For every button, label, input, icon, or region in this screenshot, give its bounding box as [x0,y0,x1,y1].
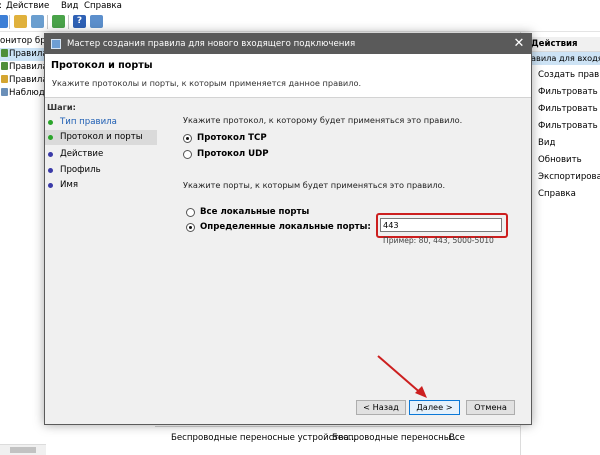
menu-action[interactable]: Действие [6,0,49,12]
dialog-title-bar[interactable]: Мастер создания правила для нового входя… [45,34,531,54]
next-button[interactable]: Далее > [409,400,460,415]
scrollbar-thumb[interactable] [10,447,36,453]
action-filter-group[interactable]: Фильтровать по г [521,118,600,135]
tree-item-monitoring[interactable]: Наблюден [0,87,46,100]
action-filter-state[interactable]: Фильтровать по с [521,101,600,118]
step-label: Тип правила [60,117,117,127]
specific-ports-radio[interactable] [186,223,195,232]
action-new-rule[interactable]: Создать правило... [521,67,600,84]
page-subtitle: Укажите протоколы и порты, к которым при… [52,78,362,88]
tcp-radio[interactable] [183,134,192,143]
close-button[interactable]: ✕ [507,34,531,54]
tree-item-label: Правила д [9,62,46,72]
actions-header: Действия [521,37,600,52]
tree-item-inbound-rules[interactable]: Правила д [0,48,46,61]
udp-radio[interactable] [183,150,192,159]
tree-item-label: Наблюден [9,88,46,98]
protocol-question: Укажите протокол, к которому будет приме… [183,115,463,125]
back-button[interactable]: < Назад [356,400,406,415]
page-title: Протокол и порты [51,60,153,71]
tcp-label[interactable]: Протокол TCP [197,133,267,143]
menu-view[interactable]: Вид [61,0,78,12]
action-filter-profile[interactable]: Фильтровать по п [521,84,600,101]
step-protocol-ports[interactable]: Протокол и порты [45,130,157,145]
dialog-title: Мастер создания правила для нового входя… [67,39,356,49]
tree-item-label: онитор бра [0,36,46,46]
monitor-icon [1,88,8,96]
menu-file-fragment[interactable]: : [0,0,2,12]
action-view[interactable]: Вид [521,135,600,152]
all-ports-label[interactable]: Все локальные порты [200,207,309,217]
action-refresh[interactable]: Обновить [521,152,600,169]
specific-ports-label[interactable]: Определенные локальные порты: [200,222,371,232]
firewall-icon [51,39,61,49]
step-rule-type[interactable]: Тип правила [45,115,157,130]
tree-item-monitor[interactable]: онитор бра [0,35,46,48]
menu-help[interactable]: Справка [84,0,122,12]
ports-question: Укажите порты, к которым будет применять… [183,180,446,190]
actions-pane: Действия авила для входящ Создать правил… [520,32,600,455]
rule-group-cell: Беспроводные переносны... [332,433,459,443]
step-label: Протокол и порты [60,132,143,142]
rule-name-cell: Беспроводные переносные устройства... [171,433,357,443]
help-icon[interactable]: ? [73,15,86,28]
toolbar-separator [9,15,10,29]
steps-label: Шаги: [47,102,76,112]
step-profile: Профиль [45,163,157,178]
step-label: Имя [60,180,79,190]
specific-ports-input[interactable] [380,218,502,232]
step-done-icon [48,120,53,125]
step-label: Действие [60,149,104,159]
toolbar: ? [0,12,600,32]
rules-icon [1,62,8,70]
tree-scrollbar[interactable] [0,444,46,455]
wizard-header: Протокол и порты Укажите протоколы и пор… [45,54,531,98]
step-name: Имя [45,178,157,193]
table-row[interactable]: Беспроводные переносные устройства...Бес… [171,433,465,443]
tree-item-label: Правила д [9,49,46,59]
rules-list: Беспроводные переносные устройства...Бес… [155,426,520,455]
step-pending-icon [48,168,53,173]
rule-profile-cell: Все [449,433,465,443]
toolbar-separator [47,15,48,29]
properties-icon[interactable] [90,15,103,28]
export-icon[interactable] [52,15,65,28]
step-pending-icon [48,152,53,157]
rules-icon [1,49,8,57]
all-ports-radio[interactable] [186,208,195,217]
menu-bar: : Действие Вид Справка [0,0,600,12]
tree-item-security-rules[interactable]: Правила б [0,74,46,87]
step-label: Профиль [60,165,101,175]
tree-item-label: Правила б [9,75,46,85]
action-export[interactable]: Экспортировать с [521,169,600,186]
port-example-hint: Пример: 80, 443, 5000-5010 [383,236,494,245]
tree-item-outbound-rules[interactable]: Правила д [0,61,46,74]
action-help[interactable]: Справка [521,186,600,203]
actions-subheader[interactable]: авила для входящ [521,52,600,65]
step-action: Действие [45,147,157,162]
up-folder-icon[interactable] [14,15,27,28]
show-tree-icon[interactable] [31,15,44,28]
cancel-button[interactable]: Отмена [466,400,515,415]
step-current-icon [48,135,53,140]
rules-icon [1,75,8,83]
toolbar-separator [68,15,69,29]
back-icon[interactable] [0,15,8,28]
step-pending-icon [48,183,53,188]
udp-label[interactable]: Протокол UDP [197,149,269,159]
console-tree: онитор бра Правила д Правила д Правила б… [0,32,46,455]
